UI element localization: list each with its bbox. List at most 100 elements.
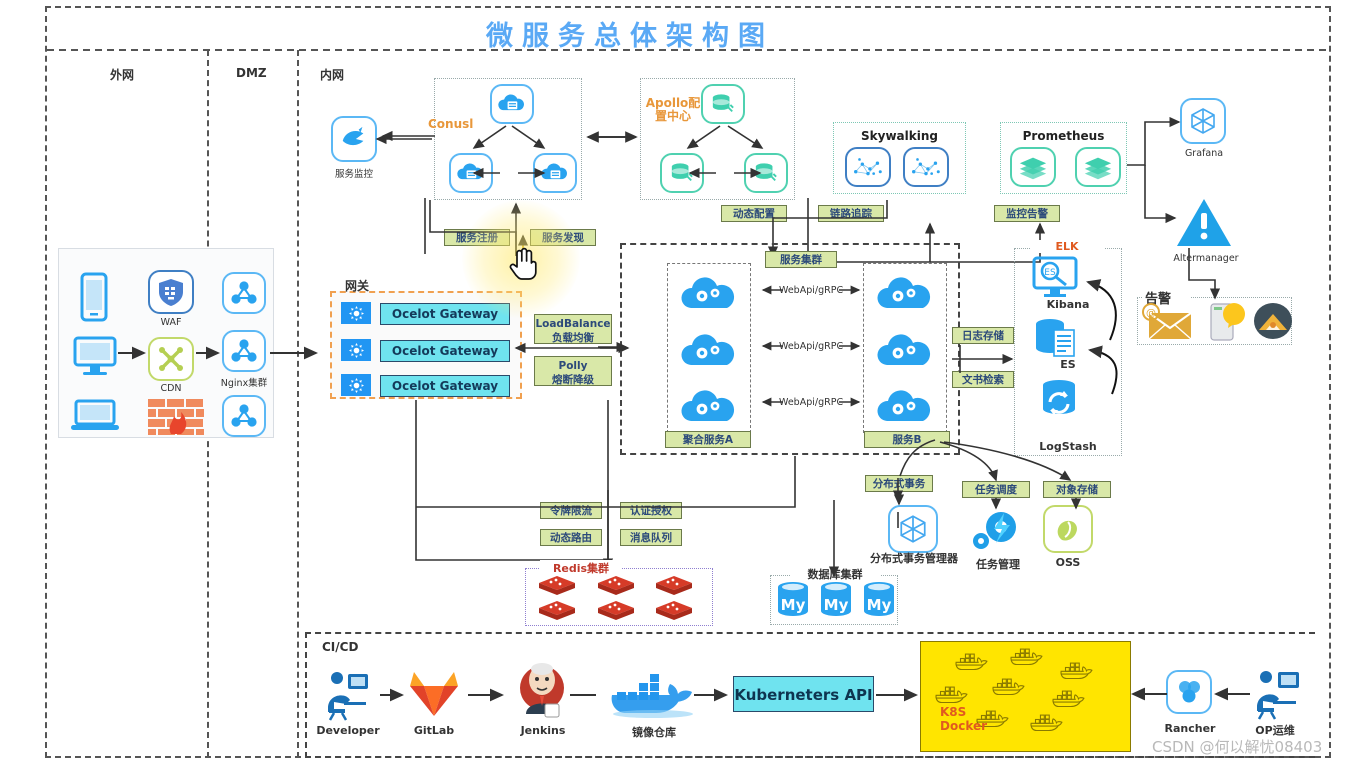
mobile-device-icon <box>78 272 110 322</box>
elk-input-arrow <box>952 345 1014 373</box>
consul-left-feed <box>424 198 426 254</box>
zone-label-external: 外网 <box>110 68 135 82</box>
developer-label: Developer <box>316 724 380 737</box>
ops-icon <box>1248 667 1302 720</box>
skywalking-title: Skywalking <box>861 129 938 143</box>
gitlab-label: GitLab <box>413 724 455 737</box>
gateway-to-services-arrow <box>598 341 628 353</box>
developer-icon <box>320 668 372 721</box>
tag-message-queue: 消息队列 <box>620 529 682 546</box>
k8s-docker-label: K8S Docker <box>940 705 987 733</box>
apollo-internal-links <box>686 125 764 179</box>
gateway-title: 网关 <box>345 279 370 293</box>
redis-node-icon <box>595 598 654 623</box>
svg-text:ES: ES <box>1044 268 1056 278</box>
firewall-icon <box>147 398 205 436</box>
image-registry-label: 镜像仓库 <box>632 726 676 739</box>
polly-tag: Polly 熔断降级 <box>534 356 612 386</box>
altermanager-to-alert-arrow <box>1188 248 1221 300</box>
service-monitor-label: 服务监控 <box>334 169 373 180</box>
kubernetes-api-box[interactable]: Kuberneters API <box>733 676 874 712</box>
ingress-flow-arrows <box>118 346 318 360</box>
polly-line1: Polly <box>558 360 588 372</box>
polly-line2: 熔断降级 <box>552 374 594 386</box>
aggregate-service-a-label: 聚合服务A <box>665 431 751 448</box>
consul-apollo-double-arrow <box>586 131 638 143</box>
services-to-support-connectors <box>892 439 1072 528</box>
services-to-db-connector <box>828 500 840 578</box>
service-a-instance-3 <box>680 385 738 427</box>
prometheus-title: Prometheus <box>1022 129 1105 143</box>
prometheus-node-icon-2 <box>1075 147 1121 187</box>
service-b-instance-3 <box>876 385 934 427</box>
redis-node-icon <box>653 598 712 623</box>
title-divider <box>47 49 1331 51</box>
gears-icon <box>970 505 1022 553</box>
gateway-gear-icon-3 <box>341 374 371 396</box>
skywalking-node-icon-1 <box>845 147 891 187</box>
service-cluster-tag: 服务集群 <box>765 251 837 268</box>
oss-label: OSS <box>1055 556 1081 569</box>
nginx-cluster-label: Nginx集群 <box>220 378 268 389</box>
service-monitor-icon <box>331 116 377 162</box>
architecture-diagram-canvas: 微服务总体架构图 外网 DMZ 内网 服务监控 Conusl Apollo配置中… <box>0 0 1365 770</box>
service-a-instance-1 <box>680 272 738 314</box>
nginx-node-icon-1 <box>222 272 266 314</box>
gateway-item-1[interactable]: Ocelot Gateway <box>380 303 510 325</box>
elk-title: ELK <box>1030 240 1104 253</box>
api-to-k8s-arrow <box>876 688 918 702</box>
sms-phone-icon <box>1205 300 1249 344</box>
rancher-to-k8s-arrow <box>1131 687 1167 701</box>
waf-icon <box>148 270 194 314</box>
zone-label-internal: 内网 <box>320 68 345 82</box>
es-icon <box>1032 316 1082 360</box>
kibana-icon: ES <box>1030 256 1080 298</box>
distributed-tx-label: 分布式事务管理器 <box>870 552 958 565</box>
gateway-item-3[interactable]: Ocelot Gateway <box>380 375 510 397</box>
service-b-instance-2 <box>876 329 934 371</box>
prometheus-output-connectors <box>1127 116 1181 224</box>
rancher-label: Rancher <box>1164 722 1216 735</box>
oss-icon <box>1043 505 1093 553</box>
prometheus-node-icon-1 <box>1010 147 1056 187</box>
cicd-title: CI/CD <box>322 640 359 654</box>
jenkins-label: Jenkins <box>520 724 566 737</box>
k8s-label-line2: Docker <box>940 719 988 733</box>
k8s-label-line1: K8S <box>940 705 967 719</box>
zone-label-dmz: DMZ <box>236 66 267 80</box>
redis-node-grid <box>536 573 712 623</box>
waf-label: WAF <box>160 317 182 328</box>
desktop-device-icon <box>72 335 118 377</box>
rancher-icon <box>1166 670 1212 714</box>
ops-to-rancher-arrow <box>1214 687 1250 701</box>
mysql-node-icon-2: My <box>818 580 854 620</box>
loadbalance-line1: LoadBalance <box>535 318 611 330</box>
nginx-node-icon-3 <box>222 395 266 437</box>
svg-text:My: My <box>781 596 806 614</box>
oss-tag-arrow <box>1070 498 1082 510</box>
gateway-item-2[interactable]: Ocelot Gateway <box>380 340 510 362</box>
cube-icon <box>888 505 938 553</box>
svg-text:My: My <box>824 596 849 614</box>
cicd-flow-arrows <box>380 688 728 702</box>
redis-node-icon <box>536 573 595 598</box>
hand-pointer-cursor <box>508 244 538 280</box>
watermark-text: CSDN @何以解忧08403 <box>1152 738 1323 756</box>
mysql-node-icon-1: My <box>775 580 811 620</box>
cdn-label: CDN <box>160 383 182 394</box>
laptop-device-icon <box>70 398 120 434</box>
gateway-gear-icon-1 <box>341 302 371 324</box>
service-a-instance-2 <box>680 329 738 371</box>
redis-node-icon <box>536 598 595 623</box>
redis-node-icon <box>595 573 654 598</box>
svg-text:My: My <box>867 596 892 614</box>
tx-tag-arrow <box>893 492 905 506</box>
task-tag-arrow <box>990 498 1002 510</box>
zone-divider-dmz-internal <box>297 50 299 758</box>
service-protocol-arrows <box>761 285 861 407</box>
mysql-node-icon-3: My <box>861 580 897 620</box>
service-b-instance-1 <box>876 272 934 314</box>
services-lower-connector <box>416 456 796 508</box>
monitor-inbound-arrow <box>381 130 435 142</box>
gateway-gear-icon-2 <box>341 339 371 361</box>
